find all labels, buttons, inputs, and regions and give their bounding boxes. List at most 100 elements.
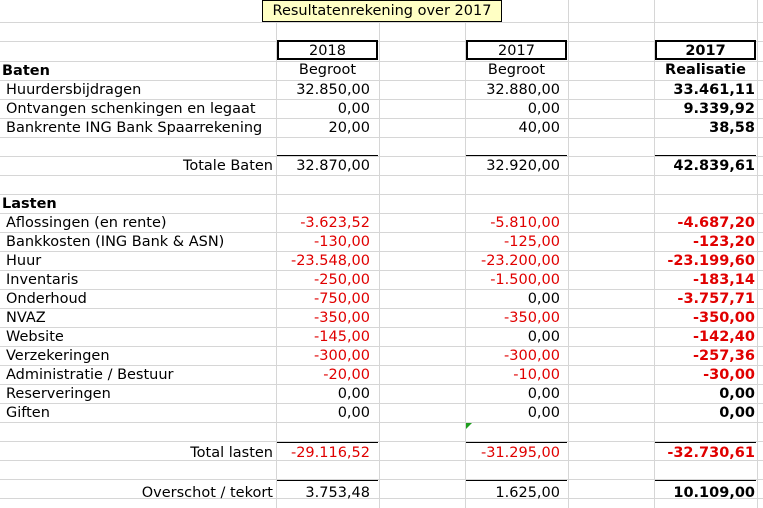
value-2018: 0,00 [337,101,370,117]
header-2017-budget-sub: Begroot [487,62,546,78]
header-2018-year: 2018 [277,40,378,60]
gridline [0,346,763,347]
value-2017-actual: -123,20 [693,234,755,250]
spreadsheet: Resultatenrekening over 2017 2018 Begroo… [0,0,763,508]
section-lasten: Lasten [2,196,57,212]
value-2018: 0,00 [337,405,370,421]
value-2017-budget: -300,00 [504,348,560,364]
row-label: Giften [6,405,50,421]
gridline [757,0,758,508]
value-2017-budget: 0,00 [527,291,560,307]
row-label: Huurdersbijdragen [6,82,142,98]
gridline [0,289,763,290]
value-2018: -130,00 [314,234,370,250]
header-2017-actual-year: 2017 [655,40,756,60]
value-2017-actual: -350,00 [693,310,755,326]
value-2017-budget: 0,00 [527,329,560,345]
gridline [0,327,763,328]
sheet-title: Resultatenrekening over 2017 [262,0,502,22]
gridline [0,441,763,442]
value-2017-budget: 32.880,00 [486,82,560,98]
gridline [0,41,763,42]
value-2018: -350,00 [314,310,370,326]
result-2018: 3.753,48 [305,485,370,501]
result-2017-actual: 10.109,00 [673,485,755,501]
row-label: Administratie / Bestuur [6,367,174,383]
value-2017-budget: -23.200,00 [480,253,560,269]
value-2018: -145,00 [314,329,370,345]
row-label: Aflossingen (en rente) [6,215,167,231]
total-separator [277,155,378,156]
gridline [0,308,763,309]
gridline [568,0,569,508]
value-2017-actual: 0,00 [719,405,755,421]
row-label: Verzekeringen [6,348,110,364]
value-2017-actual: -30,00 [703,367,755,383]
row-label: Reserveringen [6,386,111,402]
header-2018-sub: Begroot [298,62,357,78]
total-baten-2017-budget: 32.920,00 [486,158,560,174]
total-separator [466,480,567,481]
comment-marker-icon[interactable] [466,423,472,429]
value-2018: 20,00 [328,120,370,136]
total-separator [466,442,567,443]
value-2017-actual: -23.199,60 [667,253,755,269]
total-lasten-2017-actual: -32.730,61 [667,445,755,461]
value-2018: -300,00 [314,348,370,364]
total-baten-label: Totale Baten [182,158,273,174]
value-2017-budget: 0,00 [527,101,560,117]
value-2017-actual: -142,40 [693,329,755,345]
value-2017-budget: 0,00 [527,405,560,421]
value-2018: 32.850,00 [296,82,370,98]
row-label: Bankkosten (ING Bank & ASN) [6,234,225,250]
value-2018: -23.548,00 [290,253,370,269]
total-baten-2017-actual: 42.839,61 [673,158,755,174]
value-2018: 0,00 [337,386,370,402]
value-2017-actual: -3.757,71 [677,291,755,307]
result-2017-budget: 1.625,00 [495,485,560,501]
gridline [0,403,763,404]
value-2017-budget: 0,00 [527,386,560,402]
total-lasten-2017-budget: -31.295,00 [480,445,560,461]
value-2017-actual: -257,36 [693,348,755,364]
gridline [0,270,763,271]
value-2017-actual: 9.339,92 [683,101,755,117]
gridline [0,194,763,195]
gridline [0,479,763,480]
value-2017-actual: 0,00 [719,386,755,402]
total-separator [466,155,567,156]
value-2017-budget: -1.500,00 [490,272,560,288]
row-label: Ontvangen schenkingen en legaat [6,101,256,117]
result-label: Overschot / tekort [141,485,273,501]
total-separator [655,155,756,156]
total-separator [655,442,756,443]
value-2017-actual: -183,14 [693,272,755,288]
value-2018: -3.623,52 [300,215,370,231]
value-2018: -20,00 [323,367,370,383]
gridline [379,0,380,508]
value-2017-actual: -4.687,20 [677,215,755,231]
value-2017-budget: -10,00 [513,367,560,383]
row-label: Huur [6,253,42,269]
row-label: Website [6,329,64,345]
total-lasten-2018: -29.116,52 [290,445,370,461]
value-2017-budget: -350,00 [504,310,560,326]
value-2017-budget: -125,00 [504,234,560,250]
value-2017-budget: -5.810,00 [490,215,560,231]
gridline [0,22,763,23]
value-2017-budget: 40,00 [518,120,560,136]
row-label: Inventaris [6,272,79,288]
section-baten: Baten [2,63,50,79]
gridline [0,61,763,62]
header-2017-budget-year: 2017 [466,40,567,60]
row-label: Bankrente ING Bank Spaarrekening [6,120,263,136]
value-2018: -750,00 [314,291,370,307]
value-2017-actual: 38,58 [709,120,755,136]
header-2017-actual-sub: Realisatie [665,62,746,78]
total-lasten-label: Total lasten [190,445,273,461]
row-label: NVAZ [6,310,46,326]
total-separator [277,442,378,443]
value-2018: -250,00 [314,272,370,288]
total-baten-2018: 32.870,00 [296,158,370,174]
value-2017-actual: 33.461,11 [673,82,755,98]
